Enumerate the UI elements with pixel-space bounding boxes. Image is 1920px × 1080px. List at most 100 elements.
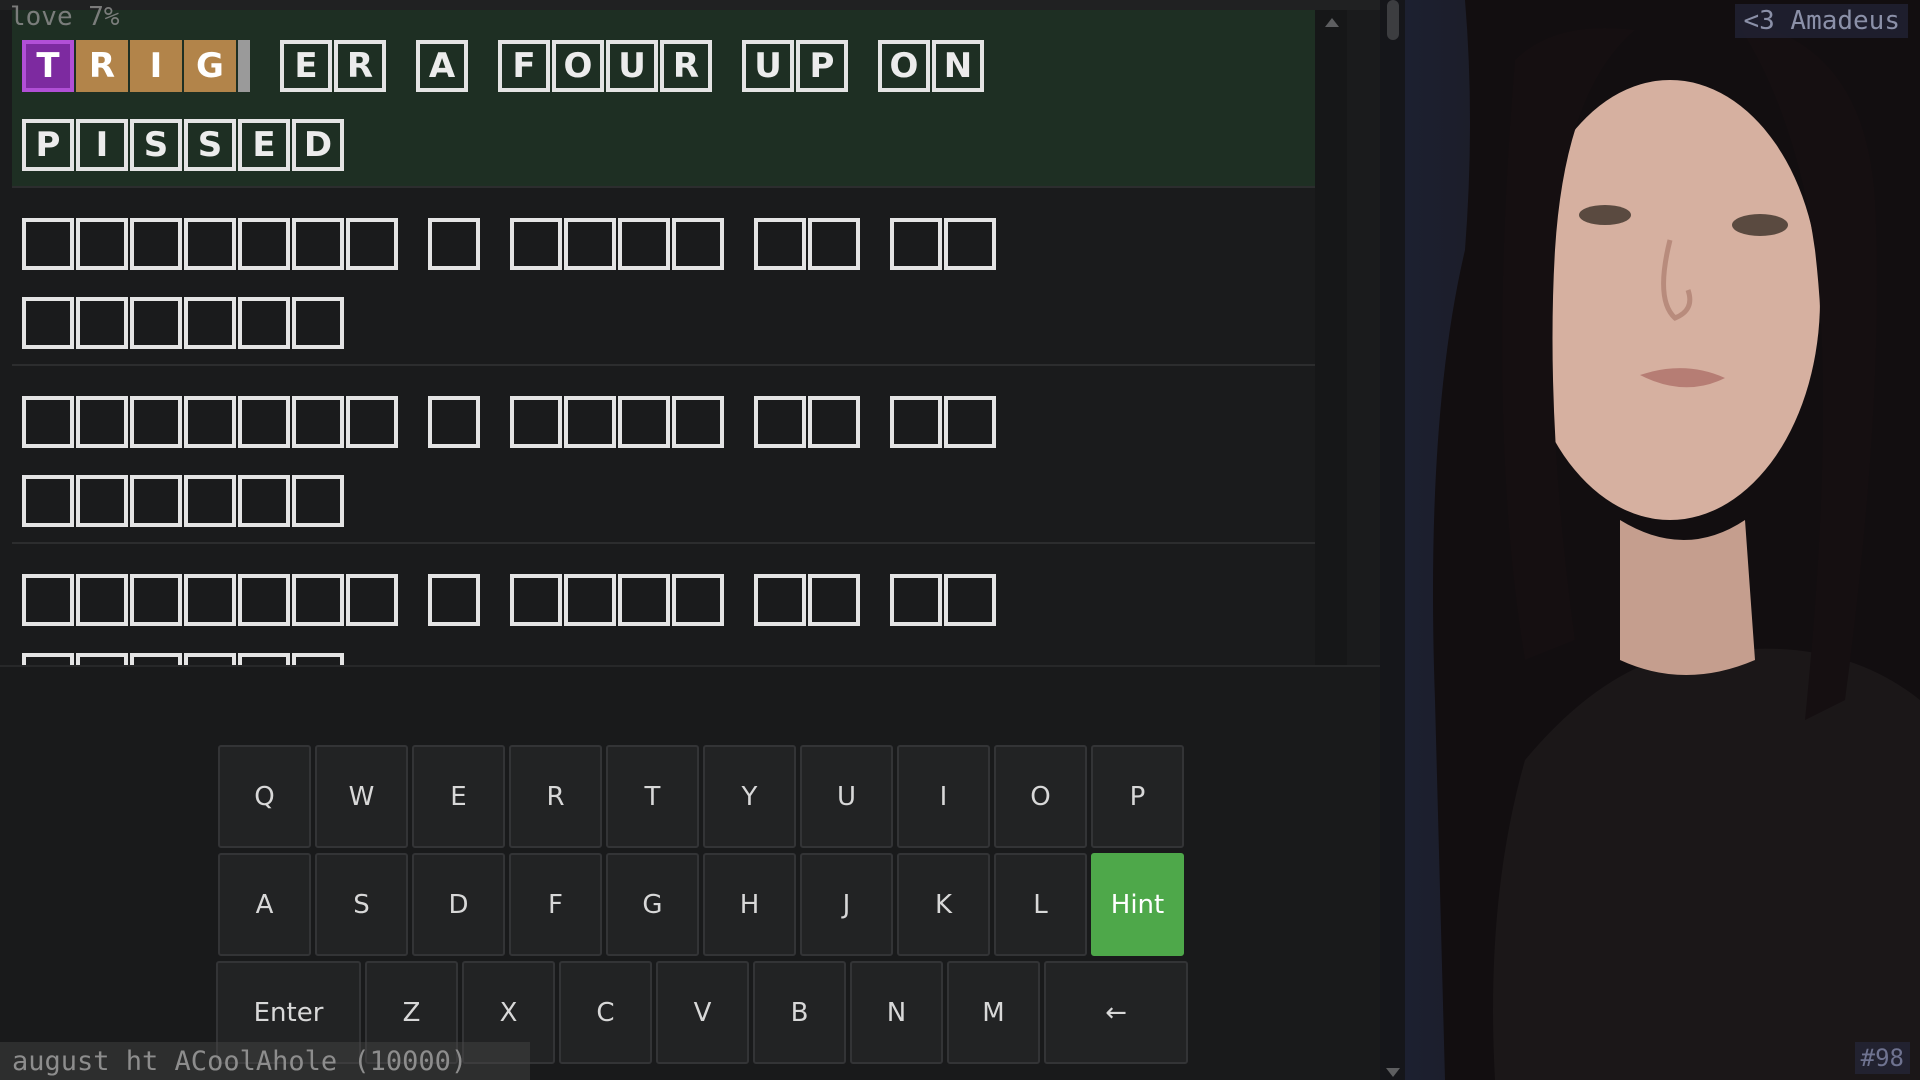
scroll-up-icon[interactable]	[1325, 18, 1339, 27]
letter-tile	[76, 396, 128, 448]
key-a[interactable]: A	[218, 853, 311, 956]
key-o[interactable]: O	[994, 745, 1087, 848]
letter-tile	[292, 218, 344, 270]
letter-tile	[754, 218, 806, 270]
top-strip	[0, 0, 1380, 10]
key-h[interactable]: H	[703, 853, 796, 956]
key-q[interactable]: Q	[218, 745, 311, 848]
letter-tile	[238, 475, 290, 527]
letter-tile	[238, 396, 290, 448]
key-b[interactable]: B	[753, 961, 846, 1064]
letter-tile: E	[238, 119, 290, 171]
key-s[interactable]: S	[315, 853, 408, 956]
word-group	[428, 218, 480, 270]
letter-tile	[672, 396, 724, 448]
key-f[interactable]: F	[509, 853, 602, 956]
letter-tile	[808, 396, 860, 448]
letter-tile: S	[184, 119, 236, 171]
word-group	[510, 218, 724, 270]
key-e[interactable]: E	[412, 745, 505, 848]
letter-tile	[130, 475, 182, 527]
word-group	[22, 653, 344, 665]
key-m[interactable]: M	[947, 961, 1040, 1064]
key-hint[interactable]: Hint	[1091, 853, 1184, 956]
letter-tile	[564, 218, 616, 270]
puzzle-scrollbar[interactable]	[1315, 10, 1347, 665]
letter-tile	[618, 218, 670, 270]
love-percentage-label: love 7%	[10, 2, 120, 32]
puzzle-area: TRIGERAFOURUPONPISSED	[12, 10, 1315, 665]
letter-tile: R	[76, 40, 128, 92]
phrase-row-3	[12, 366, 1315, 544]
letter-tile	[130, 218, 182, 270]
side-scroll-gutter[interactable]	[1380, 0, 1405, 1080]
phrase-line: TRIGERAFOURUPON	[22, 40, 1014, 92]
letter-tile	[76, 574, 128, 626]
phrase-line	[22, 218, 1026, 270]
key-p[interactable]: P	[1091, 745, 1184, 848]
key-backspace[interactable]: ←	[1044, 961, 1188, 1064]
letter-tile: F	[498, 40, 550, 92]
key-n[interactable]: N	[850, 961, 943, 1064]
word-group: PISSED	[22, 119, 344, 171]
letter-tile: R	[660, 40, 712, 92]
letter-tile: E	[280, 40, 332, 92]
letter-tile	[346, 574, 398, 626]
letter-tile: R	[334, 40, 386, 92]
letter-tile	[564, 396, 616, 448]
letter-tile: A	[416, 40, 468, 92]
side-scroll-thumb[interactable]	[1387, 0, 1399, 40]
webcam-feed: <3 Amadeus #98	[1405, 0, 1920, 1080]
letter-tile	[22, 475, 74, 527]
letter-tile	[184, 218, 236, 270]
chat-ticker: august ht ACoolAhole (10000)	[0, 1042, 530, 1080]
letter-tile	[944, 396, 996, 448]
word-group	[428, 574, 480, 626]
key-v[interactable]: V	[656, 961, 749, 1064]
letter-tile	[22, 574, 74, 626]
key-d[interactable]: D	[412, 853, 505, 956]
letter-tile	[564, 574, 616, 626]
key-t[interactable]: T	[606, 745, 699, 848]
scroll-down-icon[interactable]	[1386, 1068, 1400, 1077]
letter-tile	[672, 218, 724, 270]
webcam-label: <3 Amadeus	[1735, 4, 1908, 38]
letter-tile: U	[742, 40, 794, 92]
letter-tile	[808, 218, 860, 270]
letter-tile	[890, 218, 942, 270]
letter-tile	[618, 574, 670, 626]
letter-tile	[184, 396, 236, 448]
letter-tile	[754, 396, 806, 448]
key-l[interactable]: L	[994, 853, 1087, 956]
letter-tile: I	[76, 119, 128, 171]
letter-tile	[428, 218, 480, 270]
key-y[interactable]: Y	[703, 745, 796, 848]
key-c[interactable]: C	[559, 961, 652, 1064]
word-group	[22, 297, 344, 349]
letter-tile	[754, 574, 806, 626]
key-j[interactable]: J	[800, 853, 893, 956]
key-g[interactable]: G	[606, 853, 699, 956]
key-r[interactable]: R	[509, 745, 602, 848]
key-u[interactable]: U	[800, 745, 893, 848]
letter-tile	[76, 475, 128, 527]
letter-tile	[130, 396, 182, 448]
letter-tile: I	[130, 40, 182, 92]
phrase-line: PISSED	[22, 119, 374, 171]
key-w[interactable]: W	[315, 745, 408, 848]
letter-tile: O	[552, 40, 604, 92]
letter-tile	[944, 218, 996, 270]
letter-tile	[76, 218, 128, 270]
key-i[interactable]: I	[897, 745, 990, 848]
word-group	[890, 574, 996, 626]
letter-tile	[238, 653, 290, 665]
letter-tile	[130, 297, 182, 349]
letter-tile: P	[22, 119, 74, 171]
letter-tile: N	[932, 40, 984, 92]
key-k[interactable]: K	[897, 853, 990, 956]
word-group: TRIG	[22, 40, 250, 92]
letter-tile	[346, 218, 398, 270]
webcam-person-illustration	[1433, 0, 1920, 1080]
letter-tile: T	[22, 40, 74, 92]
letter-tile	[890, 396, 942, 448]
